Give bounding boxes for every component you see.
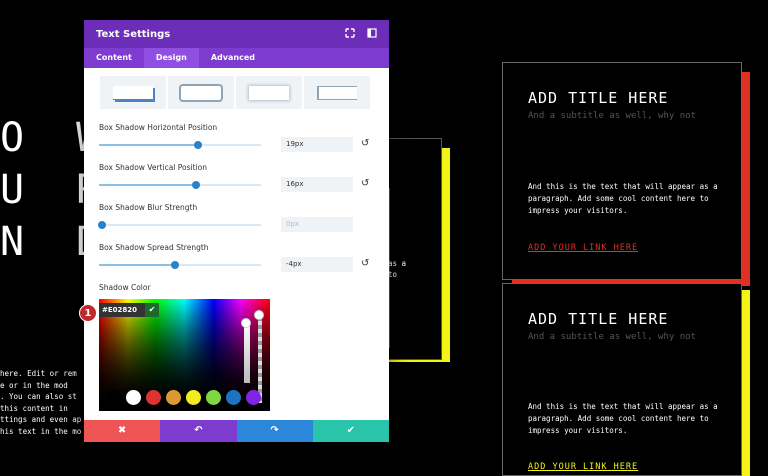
card-link[interactable]: ADD YOUR LINK HERE [528, 243, 638, 253]
modal-title: Text Settings [96, 28, 171, 40]
slider-track[interactable] [99, 141, 261, 149]
field-blur-strength: Box Shadow Blur Strength 0px [98, 203, 374, 239]
mid-card-text-line: to [388, 270, 398, 279]
tab-content[interactable]: Content [84, 48, 144, 68]
color-swatch[interactable] [146, 390, 161, 405]
box-shadow-presets [100, 76, 373, 109]
left-paragraph: here. Edit or rem e or in the mod . You … [0, 368, 96, 437]
check-icon[interactable]: ✔ [145, 303, 159, 317]
left-paragraph-line: this content in [0, 403, 68, 413]
saturation-slider[interactable] [244, 321, 250, 383]
slider-handle[interactable] [193, 141, 202, 149]
opacity-handle[interactable] [254, 310, 264, 320]
text-settings-modal: Text Settings Content Design Advanced Bo… [84, 20, 389, 442]
value-input[interactable]: 0px [281, 217, 353, 232]
field-vertical-position: Box Shadow Vertical Position 16px ↺ [99, 163, 374, 199]
color-swatch[interactable] [226, 390, 241, 405]
modal-footer: ✖ ↶ ↷ ✔ [84, 420, 389, 442]
left-paragraph-line: here. Edit or rem [0, 369, 77, 378]
field-label: Box Shadow Blur Strength [99, 203, 198, 212]
sidebar-icon[interactable] [367, 28, 377, 38]
step-badge: 1 [79, 304, 97, 322]
field-label: Box Shadow Vertical Position [99, 163, 207, 172]
value-input[interactable]: 16px [281, 177, 353, 192]
mid-card-text-line: as a [388, 259, 407, 268]
check-icon: ✔ [346, 425, 356, 436]
field-label: Box Shadow Spread Strength [99, 243, 209, 252]
card-paragraph: And this is the text that will appear as… [528, 182, 718, 215]
modal-header: Text Settings [84, 20, 389, 48]
slider-handle[interactable] [171, 261, 180, 269]
value-input[interactable]: -4px [281, 257, 353, 272]
card-title: ADD TITLE HERE [528, 310, 669, 328]
expand-icon[interactable] [345, 28, 355, 38]
redo-button[interactable]: ↷ [236, 420, 313, 442]
color-swatch[interactable] [186, 390, 201, 405]
field-label: Box Shadow Horizontal Position [99, 123, 218, 132]
box-shadow-preset[interactable] [304, 76, 370, 109]
hex-input[interactable]: #E02820 ✔ [99, 303, 159, 317]
card-shadow-right [741, 290, 750, 476]
tab-advanced[interactable]: Advanced [199, 48, 267, 68]
reset-icon[interactable]: ↺ [361, 179, 369, 189]
mid-card-text: as a to [388, 258, 406, 280]
save-button[interactable]: ✔ [312, 420, 389, 442]
color-swatches [106, 390, 261, 405]
field-spread-strength: Box Shadow Spread Strength -4px ↺ [99, 243, 374, 279]
slider-track[interactable] [99, 261, 261, 269]
text-card[interactable]: ADD TITLE HERE And a subtitle as well, w… [502, 283, 742, 476]
slider-handle[interactable] [192, 181, 201, 189]
color-swatch[interactable] [126, 390, 141, 405]
card-paragraph: And this is the text that will appear as… [528, 402, 718, 435]
slider-track[interactable] [99, 181, 261, 189]
reset-icon[interactable]: ↺ [361, 259, 369, 269]
slider-track[interactable] [98, 221, 261, 229]
discard-button[interactable]: ✖ [84, 420, 161, 442]
tab-design[interactable]: Design [143, 48, 199, 68]
left-paragraph-line: his text in the mo [0, 426, 82, 436]
color-swatch[interactable] [246, 390, 261, 405]
shadow-color-label: Shadow Color [99, 283, 151, 292]
box-shadow-preset[interactable] [168, 76, 234, 109]
left-paragraph-line: . You can also st [0, 392, 77, 401]
saturation-handle[interactable] [241, 318, 251, 328]
card-link[interactable]: ADD YOUR LINK HERE [528, 462, 638, 472]
card-subtitle: And a subtitle as well, why not [528, 111, 696, 121]
reset-icon[interactable]: ↺ [361, 139, 369, 149]
left-paragraph-line: e or in the mod [0, 380, 68, 390]
color-swatch[interactable] [206, 390, 221, 405]
modal-tabs: Content Design Advanced [84, 48, 389, 68]
value-input[interactable]: 19px [281, 137, 353, 152]
color-swatch[interactable] [166, 390, 181, 405]
box-shadow-preset[interactable] [100, 76, 166, 109]
left-paragraph-line: ttings and even ap [0, 415, 82, 424]
close-icon: ✖ [117, 425, 127, 436]
slider-handle[interactable] [98, 221, 107, 229]
color-swatch[interactable] [106, 390, 121, 405]
text-card[interactable]: ADD TITLE HERE And a subtitle as well, w… [502, 62, 742, 280]
card-title: ADD TITLE HERE [528, 89, 669, 107]
card-subtitle: And a subtitle as well, why not [528, 332, 696, 342]
undo-icon: ↶ [194, 425, 203, 436]
field-horizontal-position: Box Shadow Horizontal Position 19px ↺ [99, 123, 374, 159]
card-shadow-right [741, 72, 750, 286]
modal-body: Box Shadow Horizontal Position 19px ↺ Bo… [84, 68, 389, 420]
redo-icon: ↷ [270, 425, 279, 436]
box-shadow-preset[interactable] [236, 76, 302, 109]
undo-button[interactable]: ↶ [160, 420, 237, 442]
hex-value: #E02820 [102, 306, 137, 314]
